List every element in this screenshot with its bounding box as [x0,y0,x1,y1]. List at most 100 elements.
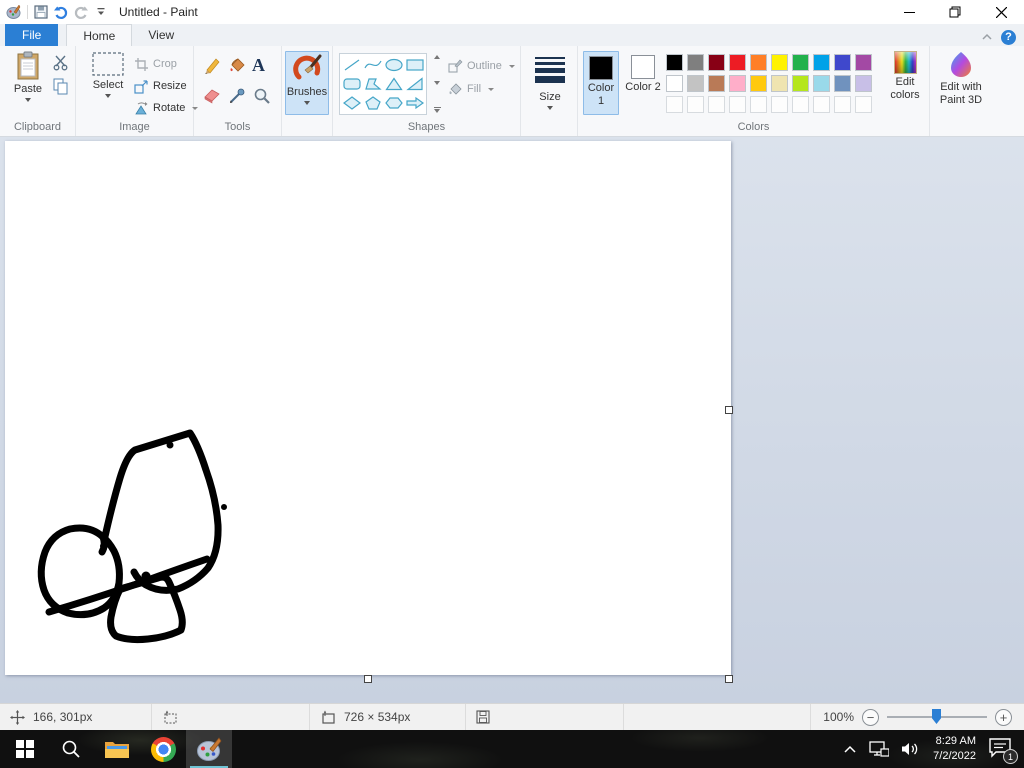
copy-button[interactable] [52,78,69,100]
collapse-ribbon-chevron-icon[interactable] [981,28,993,46]
taskbar-paint-button[interactable] [186,730,232,768]
palette-swatch[interactable] [834,54,851,71]
palette-swatch[interactable] [729,54,746,71]
fill-with-color-tool-button[interactable] [227,56,247,81]
drawing-canvas[interactable] [5,141,731,675]
size-button[interactable]: Size [528,51,572,110]
palette-swatch[interactable] [834,75,851,92]
color-palette [666,54,873,113]
color2-button[interactable]: Color 2 [625,51,661,115]
volume-icon[interactable] [901,741,921,757]
shape-diamond-icon[interactable] [341,94,362,113]
edit-colors-button[interactable]: Edit colors [883,51,927,101]
shape-hexagon-icon[interactable] [383,94,404,113]
text-tool-button[interactable]: A [252,56,265,76]
action-center-button[interactable]: 1 [988,737,1018,764]
cut-button[interactable] [52,54,69,76]
taskbar-chrome-button[interactable] [140,730,186,768]
shape-line-icon[interactable] [341,55,362,74]
palette-swatch[interactable] [792,75,809,92]
shape-triangle-icon[interactable] [383,74,404,93]
palette-swatch[interactable] [750,75,767,92]
zoom-in-button[interactable]: + [995,708,1012,726]
shape-rectangle-icon[interactable] [404,55,425,74]
start-button[interactable] [2,730,48,768]
tab-file[interactable]: File [5,24,59,46]
tools-group-label: Tools [224,121,251,133]
palette-swatch[interactable] [855,75,872,92]
tab-home[interactable]: Home [66,24,133,46]
palette-swatch-empty[interactable] [687,96,704,113]
taskbar-file-explorer-button[interactable] [94,730,140,768]
pencil-tool-button[interactable] [202,56,222,81]
eraser-tool-button[interactable] [202,86,222,111]
palette-swatch[interactable] [708,75,725,92]
palette-swatch[interactable] [750,54,767,71]
color-picker-tool-button[interactable] [227,86,247,111]
palette-swatch-empty[interactable] [729,96,746,113]
undo-button[interactable] [51,2,71,22]
customize-quick-access-icon[interactable] [91,2,111,22]
palette-swatch-empty[interactable] [834,96,851,113]
palette-swatch[interactable] [771,54,788,71]
close-button[interactable] [978,0,1024,24]
taskbar-clock[interactable]: 8:29 AM 7/2/2022 [933,734,976,764]
minimize-button[interactable] [886,0,932,24]
tab-view[interactable]: View [132,24,190,46]
select-button[interactable]: Select [86,51,130,98]
palette-swatch-empty[interactable] [771,96,788,113]
zoom-out-button[interactable]: − [862,708,879,726]
palette-swatch[interactable] [687,75,704,92]
palette-swatch-empty[interactable] [792,96,809,113]
palette-swatch[interactable] [666,54,683,71]
palette-swatch-empty[interactable] [813,96,830,113]
canvas-resize-handle-corner[interactable] [725,675,733,683]
resize-button[interactable]: Resize [134,76,187,96]
shape-rounded-rectangle-icon[interactable] [341,74,362,93]
ribbon: Paste Clipboard Select Crop Resize Rotat… [0,46,1024,137]
network-icon[interactable] [869,741,890,757]
palette-swatch[interactable] [708,54,725,71]
shape-curve-icon[interactable] [362,55,383,74]
help-icon[interactable]: ? [1001,29,1016,45]
palette-swatch-empty[interactable] [708,96,725,113]
shape-right-triangle-icon[interactable] [404,74,425,93]
color1-button[interactable]: Color 1 [583,51,619,115]
shapes-scroll-down-icon[interactable] [434,81,440,85]
taskbar-search-button[interactable] [48,730,94,768]
shape-polygon-icon[interactable] [362,74,383,93]
palette-swatch-empty[interactable] [666,96,683,113]
shape-right-arrow-icon[interactable] [404,94,425,113]
brushes-button[interactable]: Brushes [285,51,329,115]
zoom-slider[interactable] [887,709,987,725]
restore-button[interactable] [932,0,978,24]
palette-swatch[interactable] [687,54,704,71]
save-button[interactable] [31,2,51,22]
magnifier-tool-button[interactable] [252,86,272,111]
shape-ellipse-icon[interactable] [383,55,404,74]
canvas-resize-handle-bottom[interactable] [364,675,372,683]
paste-button[interactable]: Paste [6,51,50,102]
shape-pentagon-icon[interactable] [362,94,383,113]
canvas-resize-handle-right[interactable] [725,406,733,414]
shapes-scroll-up-icon[interactable] [434,55,440,59]
palette-swatch[interactable] [813,75,830,92]
zoom-slider-handle[interactable] [932,709,941,724]
palette-swatch[interactable] [792,54,809,71]
shapes-expand-icon[interactable] [433,107,441,113]
palette-swatch[interactable] [729,75,746,92]
palette-swatch[interactable] [813,54,830,71]
palette-swatch-empty[interactable] [855,96,872,113]
search-icon [62,740,80,758]
tray-chevron-up-icon[interactable] [843,745,857,754]
palette-swatch[interactable] [855,54,872,71]
edit-with-paint3d-button[interactable]: Edit with Paint 3D [936,51,986,106]
crop-button[interactable]: Crop [134,54,177,74]
palette-swatch[interactable] [771,75,788,92]
rotate-button[interactable]: Rotate [134,98,199,118]
palette-swatch[interactable] [666,75,683,92]
redo-button[interactable] [71,2,91,22]
palette-swatch-empty[interactable] [750,96,767,113]
shape-outline-button[interactable]: Outline [447,56,515,76]
shape-fill-button[interactable]: Fill [447,79,495,99]
